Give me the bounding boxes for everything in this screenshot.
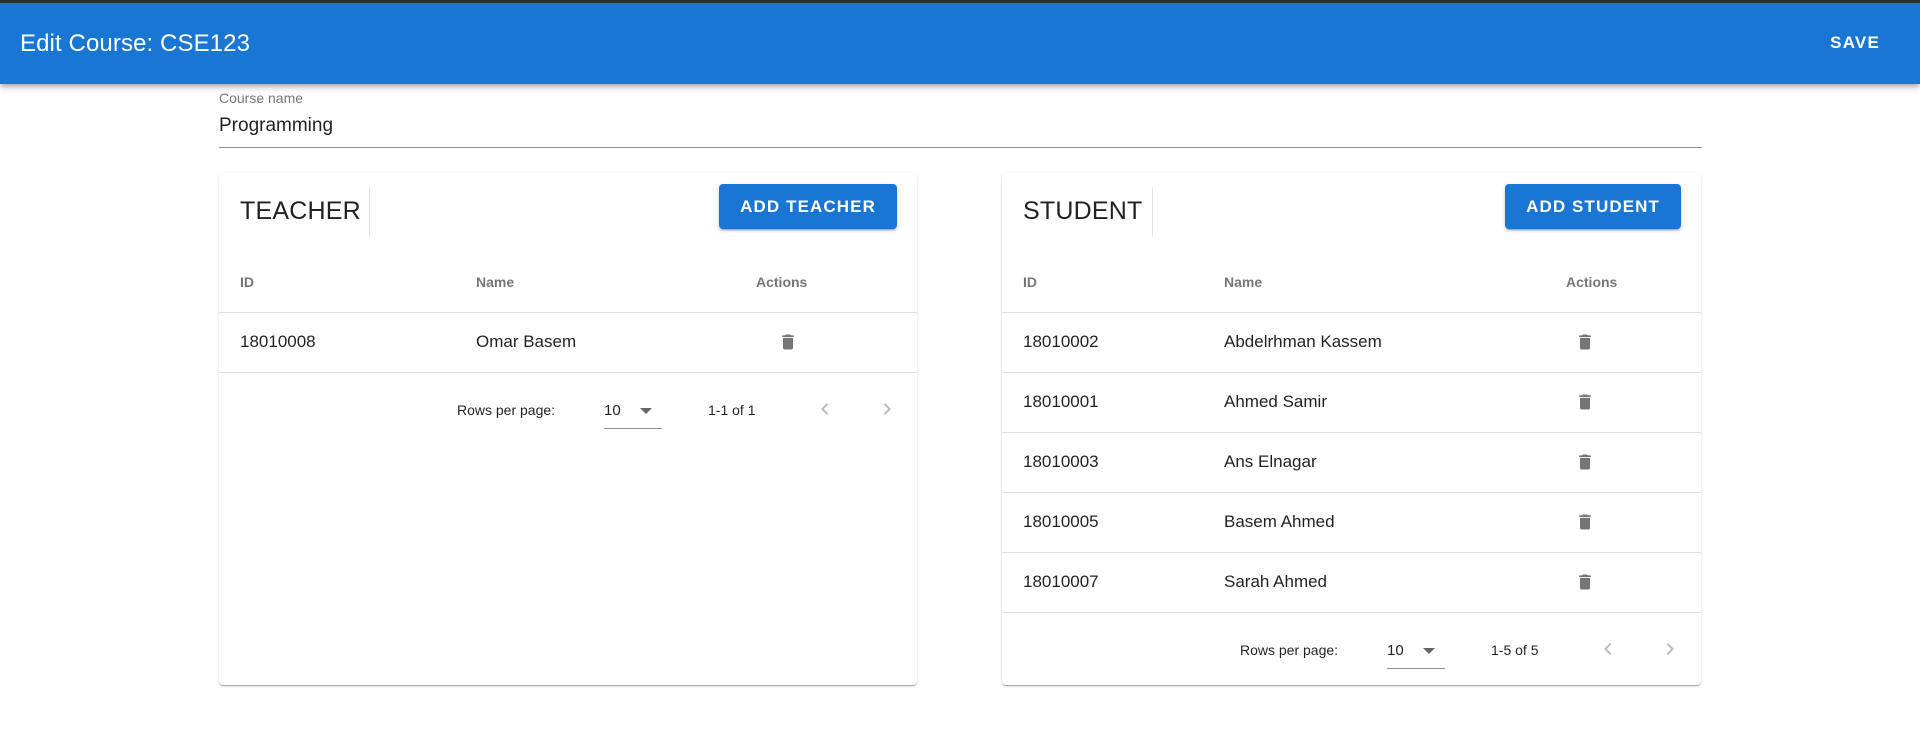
app-bar: Edit Course: CSE123 SAVE (0, 0, 1920, 84)
column-header-name: Name (455, 253, 735, 313)
teacher-table: ID Name Actions 18010008 Omar Basem (219, 253, 917, 373)
column-header-id: ID (219, 253, 455, 313)
chevron-right-icon[interactable] (1658, 637, 1682, 661)
column-header-actions: Actions (1545, 253, 1701, 313)
header-divider (1152, 187, 1153, 237)
row-name: Sarah Ahmed (1203, 552, 1545, 613)
trash-icon[interactable] (1575, 512, 1595, 532)
pagination-range: 1-5 of 5 (1491, 641, 1539, 658)
rows-per-page-value: 10 (604, 401, 621, 419)
row-name: Omar Basem (455, 312, 735, 373)
table-row: 18010005 Basem Ahmed (1002, 492, 1701, 553)
pagination-range: 1-1 of 1 (708, 401, 756, 418)
row-id: 18010007 (1002, 552, 1203, 613)
row-id: 18010005 (1002, 492, 1203, 553)
course-name-field: Course name (219, 90, 1702, 148)
rows-per-page-value: 10 (1387, 641, 1404, 659)
save-button[interactable]: SAVE (1830, 33, 1880, 53)
teacher-pagination: Rows per page: 10 1-1 of 1 (219, 373, 917, 445)
row-name: Ahmed Samir (1203, 372, 1545, 433)
student-table: ID Name Actions 18010002 Abdelrhman Kasse… (1002, 253, 1701, 613)
column-header-id: ID (1002, 253, 1203, 313)
rows-per-page-select[interactable]: 10 (1387, 639, 1445, 669)
header-divider (369, 187, 370, 237)
rows-per-page-label: Rows per page: (1240, 641, 1339, 658)
table-row: 18010002 Abdelrhman Kassem (1002, 312, 1701, 373)
caret-down-icon (1423, 647, 1435, 654)
row-name: Abdelrhman Kassem (1203, 312, 1545, 373)
table-row: 18010008 Omar Basem (219, 312, 917, 373)
trash-icon[interactable] (1575, 572, 1595, 592)
row-actions (1545, 432, 1701, 493)
table-row: 18010001 Ahmed Samir (1002, 372, 1701, 433)
teacher-card-title: TEACHER (240, 197, 361, 225)
caret-down-icon (640, 407, 652, 414)
chevron-left-icon[interactable] (813, 397, 837, 421)
page-title: Edit Course: CSE123 (20, 30, 251, 57)
rows-per-page-select[interactable]: 10 (604, 399, 662, 429)
chevron-right-icon[interactable] (875, 397, 899, 421)
teacher-card: TEACHER ADD TEACHER ID Name Actions 1801… (219, 173, 917, 685)
trash-icon[interactable] (1575, 452, 1595, 472)
row-id: 18010008 (219, 312, 455, 373)
row-id: 18010001 (1002, 372, 1203, 433)
row-name: Basem Ahmed (1203, 492, 1545, 553)
table-header-row: ID Name Actions (219, 253, 917, 313)
row-actions (735, 312, 917, 373)
student-card-title: STUDENT (1023, 197, 1143, 225)
table-header-row: ID Name Actions (1002, 253, 1701, 313)
table-row: 18010003 Ans Elnagar (1002, 432, 1701, 493)
student-card-header: STUDENT ADD STUDENT (1002, 173, 1701, 253)
trash-icon[interactable] (1575, 392, 1595, 412)
row-id: 18010003 (1002, 432, 1203, 493)
row-actions (1545, 492, 1701, 553)
column-header-actions: Actions (735, 253, 917, 313)
add-teacher-button[interactable]: ADD TEACHER (719, 184, 897, 229)
table-row: 18010007 Sarah Ahmed (1002, 552, 1701, 613)
chevron-left-icon[interactable] (1596, 637, 1620, 661)
course-name-input[interactable] (219, 110, 1702, 148)
trash-icon[interactable] (1575, 332, 1595, 352)
rows-per-page-label: Rows per page: (457, 401, 556, 418)
row-actions (1545, 372, 1701, 433)
column-header-name: Name (1203, 253, 1545, 313)
row-name: Ans Elnagar (1203, 432, 1545, 493)
row-actions (1545, 312, 1701, 373)
student-pagination: Rows per page: 10 1-5 of 5 (1002, 613, 1701, 685)
row-actions (1545, 552, 1701, 613)
course-name-label: Course name (219, 90, 304, 106)
trash-icon[interactable] (778, 332, 798, 352)
student-card: STUDENT ADD STUDENT ID Name Actions 1801… (1002, 173, 1701, 685)
teacher-card-header: TEACHER ADD TEACHER (219, 173, 917, 253)
row-id: 18010002 (1002, 312, 1203, 373)
add-student-button[interactable]: ADD STUDENT (1505, 184, 1681, 229)
